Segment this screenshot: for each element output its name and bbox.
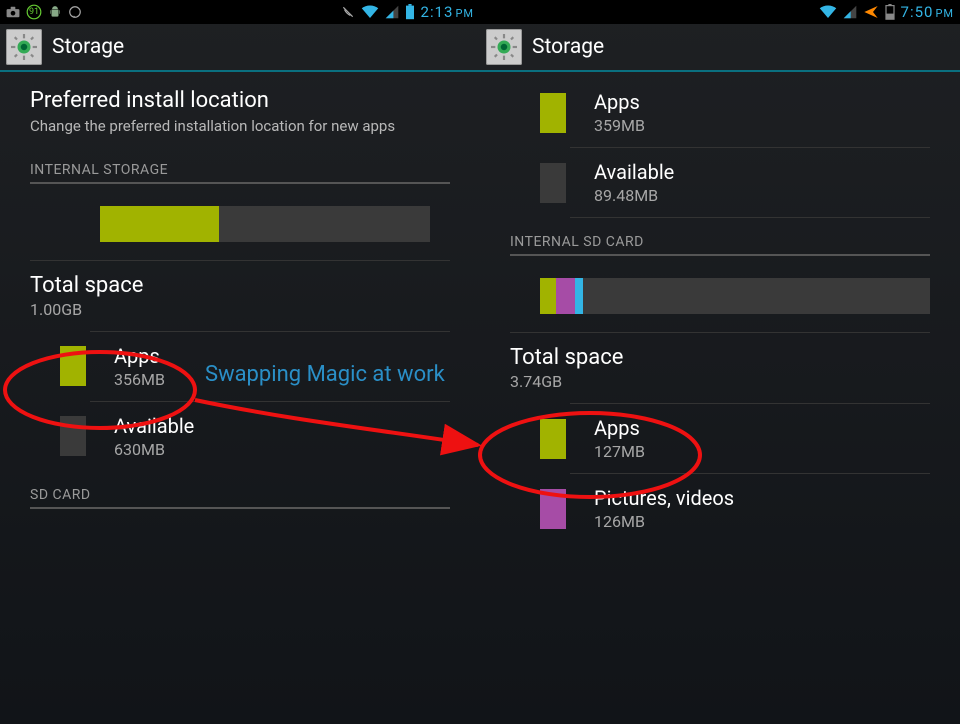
settings-icon [486,29,522,65]
row-label: Pictures, videos [594,486,734,510]
total-label: Total space [30,273,143,298]
annotation-text: Swapping Magic at work [205,362,445,387]
row-total-space[interactable]: Total space 1.00GB [0,261,480,331]
color-swatch [60,416,86,456]
row-value: 356MB [114,370,165,389]
row-value: 630MB [114,440,194,459]
badge-icon: 91 [26,4,42,20]
row-value: 126MB [594,512,734,531]
storage-bar[interactable] [0,188,480,260]
section-internal-sd: INTERNAL SD CARD [480,218,960,260]
row-label: Apps [594,416,645,440]
section-sd-card: SD CARD [0,471,480,513]
color-swatch [540,489,566,529]
bar-seg [540,278,556,314]
row-total-space[interactable]: Total space 3.74GB [480,333,960,403]
signal-icon [843,5,857,19]
row-label: Available [594,160,674,184]
row-available[interactable]: Available 630MB [0,402,480,471]
section-internal-storage: INTERNAL STORAGE [0,146,480,188]
page-title: Storage [52,35,124,59]
color-swatch [540,163,566,203]
storage-bar[interactable] [480,260,960,332]
row-pictures-videos[interactable]: Pictures, videos 126MB [480,474,960,543]
camera-icon [6,6,20,18]
color-swatch [540,419,566,459]
row-label: Apps [114,344,165,368]
color-swatch [60,346,86,386]
bar-seg [575,278,583,314]
app-header: Storage [0,24,480,72]
row-value: 359MB [594,116,645,135]
wifi-icon [819,5,837,19]
row-available[interactable]: Available 89.48MB [480,148,960,217]
clock: 7:50PM [901,3,954,21]
airplane-icon [863,4,879,20]
settings-icon [6,29,42,65]
page-title: Storage [532,35,604,59]
row-value: 89.48MB [594,186,674,205]
total-value: 1.00GB [30,300,143,319]
row-apps[interactable]: Apps 127MB [480,404,960,473]
row-value: 127MB [594,442,645,461]
color-swatch [540,93,566,133]
mute-icon [341,5,355,19]
total-label: Total space [510,345,623,370]
row-apps[interactable]: Apps 359MB [480,78,960,147]
pref-install-location[interactable]: Preferred install location Change the pr… [0,78,480,146]
pref-title: Preferred install location [30,88,450,113]
android-icon [48,5,62,19]
bar-seg [556,278,576,314]
signal-icon [385,5,399,19]
clock: 2:13PM [421,3,474,21]
status-bar: 7:50PM [480,0,960,24]
total-value: 3.74GB [510,372,623,391]
row-label: Available [114,414,194,438]
pref-sub: Change the preferred installation locati… [30,117,450,136]
row-label: Apps [594,90,645,114]
bar-seg [100,206,219,242]
whatsapp-icon [68,5,82,19]
app-header: Storage [480,24,960,72]
wifi-icon [361,5,379,19]
battery-icon [885,4,895,20]
status-bar: 91 [0,0,480,24]
battery-icon [405,4,415,20]
right-screenshot: 7:50PM Storage Apps 359MB Available 89.48MB… [480,0,960,724]
